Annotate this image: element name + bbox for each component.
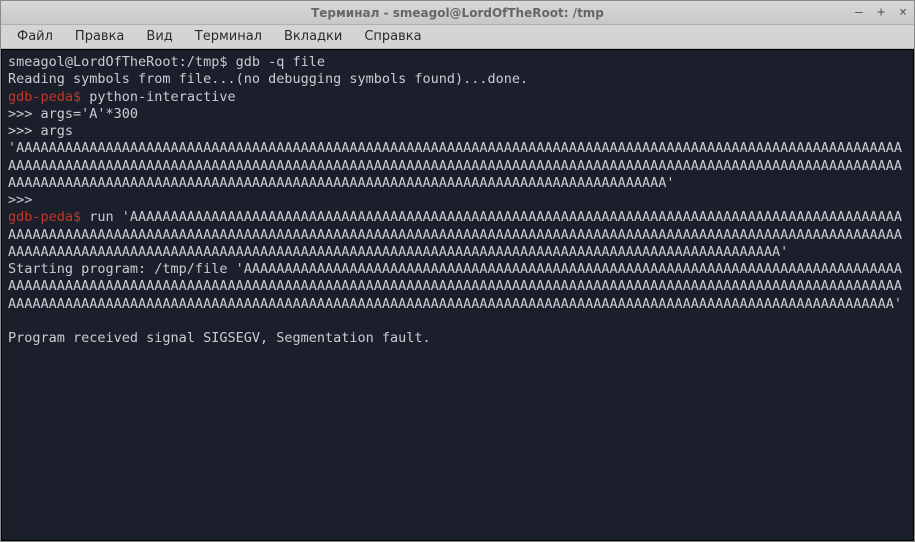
- output-text: Program received signal SIGSEGV, Segment…: [8, 330, 431, 346]
- output-text: >>>: [8, 192, 41, 208]
- output-text: run 'AAAAAAAAAAAAAAAAAAAAAAAAAAAAAAAAAAA…: [8, 209, 902, 260]
- menu-view[interactable]: Вид: [136, 27, 182, 46]
- terminal-line: Reading symbols from file...(no debuggin…: [8, 71, 907, 88]
- terminal-line: smeagol@LordOfTheRoot:/tmp$ gdb -q file: [8, 54, 907, 71]
- terminal-line: 'AAAAAAAAAAAAAAAAAAAAAAAAAAAAAAAAAAAAAAA…: [8, 140, 907, 192]
- menubar: Файл Правка Вид Терминал Вкладки Справка: [1, 25, 914, 49]
- output-text: Reading symbols from file...(no debuggin…: [8, 71, 528, 87]
- window-controls: — + ×: [852, 1, 910, 24]
- terminal-line: Program received signal SIGSEGV, Segment…: [8, 330, 907, 347]
- terminal-line: gdb-peda$ python-interactive: [8, 89, 907, 106]
- output-text: python-interactive: [81, 89, 235, 105]
- window-title: Терминал - smeagol@LordOfTheRoot: /tmp: [311, 6, 604, 20]
- menu-edit[interactable]: Правка: [65, 27, 134, 46]
- terminal-output[interactable]: smeagol@LordOfTheRoot:/tmp$ gdb -q fileR…: [1, 49, 914, 541]
- menu-tabs[interactable]: Вкладки: [274, 27, 352, 46]
- terminal-line: Starting program: /tmp/file 'AAAAAAAAAAA…: [8, 261, 907, 313]
- maximize-button[interactable]: +: [874, 6, 888, 20]
- menu-file[interactable]: Файл: [7, 27, 63, 46]
- output-text: Starting program: /tmp/file 'AAAAAAAAAAA…: [8, 261, 902, 312]
- output-text: smeagol@LordOfTheRoot:/tmp$ gdb -q file: [8, 54, 325, 70]
- close-button[interactable]: ×: [896, 6, 910, 20]
- prompt-text: gdb-peda$: [8, 209, 81, 225]
- menu-terminal[interactable]: Терминал: [185, 27, 272, 46]
- output-text: >>> args='A'*300: [8, 106, 138, 122]
- terminal-line: [8, 313, 907, 330]
- terminal-line: gdb-peda$ run 'AAAAAAAAAAAAAAAAAAAAAAAAA…: [8, 209, 907, 261]
- output-text: >>> args: [8, 123, 73, 139]
- titlebar[interactable]: Терминал - smeagol@LordOfTheRoot: /tmp —…: [1, 1, 914, 25]
- menu-help[interactable]: Справка: [354, 27, 431, 46]
- terminal-line: >>>: [8, 192, 907, 209]
- terminal-line: >>> args: [8, 123, 907, 140]
- minimize-button[interactable]: —: [852, 6, 866, 20]
- prompt-text: gdb-peda$: [8, 89, 81, 105]
- terminal-line: >>> args='A'*300: [8, 106, 907, 123]
- output-text: 'AAAAAAAAAAAAAAAAAAAAAAAAAAAAAAAAAAAAAAA…: [8, 140, 902, 191]
- terminal-window: Терминал - smeagol@LordOfTheRoot: /tmp —…: [0, 0, 915, 542]
